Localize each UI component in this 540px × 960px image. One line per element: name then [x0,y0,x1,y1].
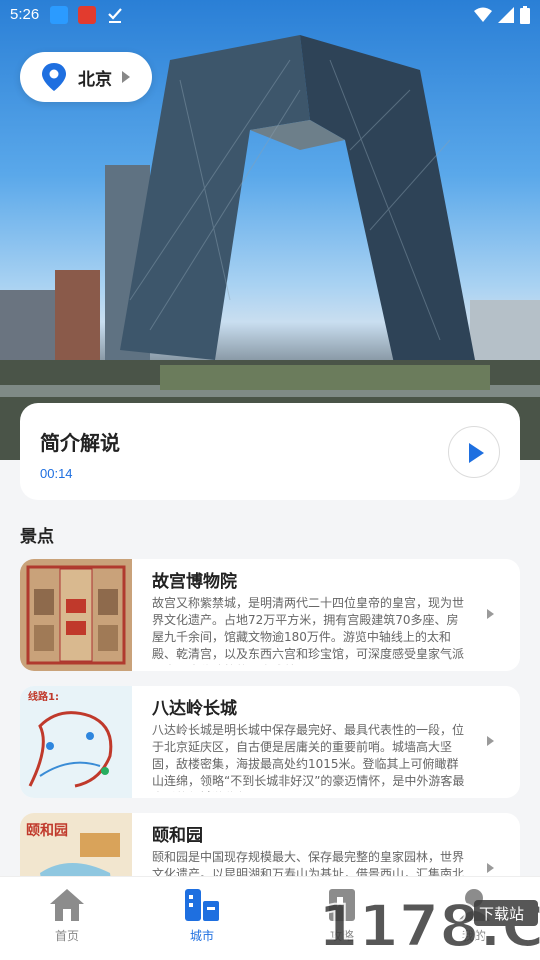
status-bar: 5:26 [0,0,540,32]
summer-palace-map-label: 颐和园 [26,823,68,839]
great-wall-route-map-thumbnail: 线路1: [20,686,132,798]
battery-icon [520,6,530,24]
attraction-name: 八达岭长城 [152,699,237,719]
app-notification-icon [78,6,96,24]
tab-city[interactable]: 城市 [152,887,252,951]
city-name: 北京 [78,69,112,90]
chevron-right-icon [487,863,494,873]
download-done-icon [108,8,122,23]
tab-label: 首页 [54,929,79,943]
watermark-badge: 下载站 [479,905,524,923]
tab-label: 城市 [189,929,214,943]
section-title-attractions: 景点 [20,527,54,547]
list-item-attraction[interactable]: 线路1: 八达岭长城 八达岭长城是明长城中保存最完好、最具代表性的一段，位于北京… [20,686,520,798]
intro-duration: 00:14 [40,466,73,481]
tab-home[interactable]: 首页 [17,887,117,951]
status-time: 5:26 [10,6,40,23]
chevron-right-icon [487,736,494,746]
intro-title: 简介解说 [40,431,120,455]
site-watermark-logo: 1178.COM 下载站 [318,891,540,960]
intro-audio-card[interactable]: 简介解说 00:14 [20,403,520,500]
list-item-attraction[interactable]: 故宫博物院 故宫又称紫禁城，是明清两代二十四位皇帝的皇宫，现为世界文化遗产。占地… [20,559,520,671]
city-selector[interactable]: 北京 [20,52,152,102]
attraction-name: 颐和园 [152,826,203,846]
signal-icon [498,7,514,23]
download-notification-icon [50,6,68,24]
caret-right-icon [122,71,130,83]
attraction-description: 故宫又称紫禁城，是明清两代二十四位皇帝的皇宫，现为世界文化遗产。占地72万平方米… [152,596,465,665]
location-pin-icon [42,63,66,91]
forbidden-city-map-thumbnail [20,559,132,671]
wifi-icon [474,7,492,22]
chevron-right-icon [487,609,494,619]
attraction-description: 八达岭长城是明长城中保存最完好、最具代表性的一段，位于北京延庆区，自古便是居庸关… [152,723,465,792]
home-icon [50,889,84,921]
route-label: 线路1: [28,690,59,703]
city-icon [185,889,219,921]
attraction-name: 故宫博物院 [152,572,237,592]
play-button[interactable] [448,426,500,478]
